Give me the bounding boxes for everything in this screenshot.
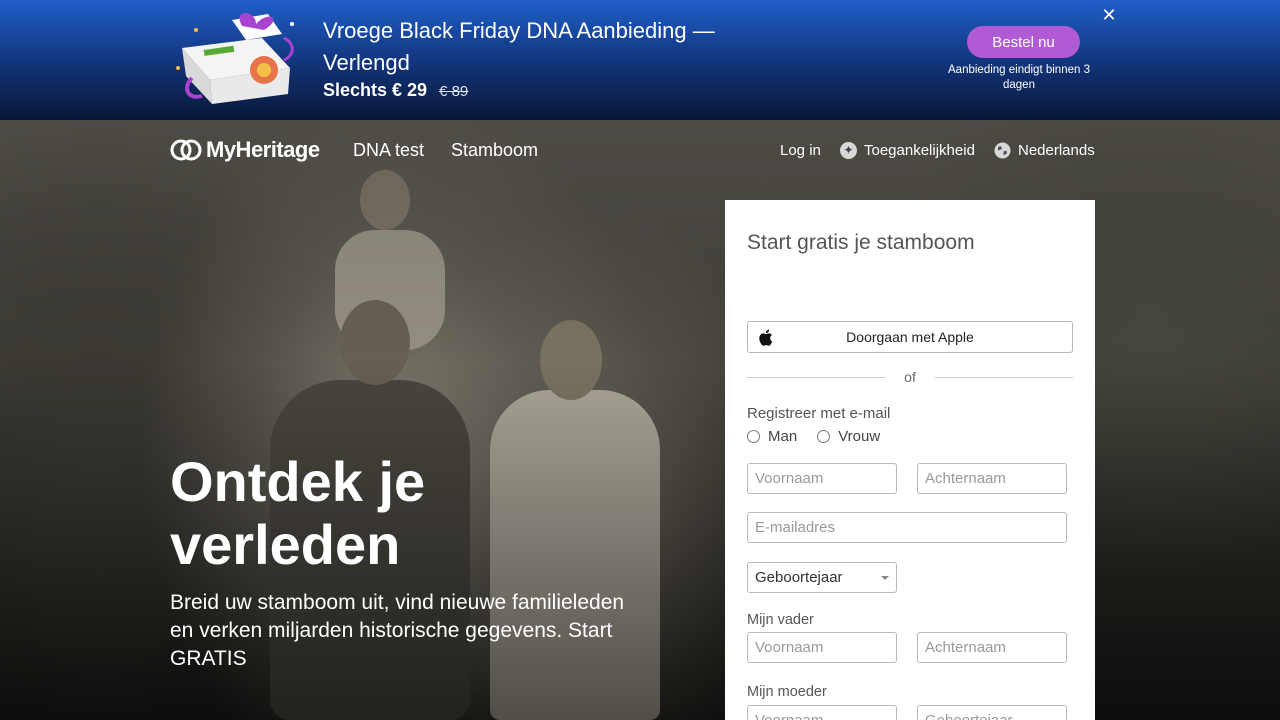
- gender-vrouw-radio[interactable]: Vrouw: [817, 428, 880, 445]
- top-nav: MyHeritage DNA test Stamboom Log in ✦ To…: [0, 120, 1280, 180]
- login-label: Log in: [780, 142, 821, 159]
- continue-with-apple-button[interactable]: Doorgaan met Apple: [747, 321, 1073, 353]
- gender-vrouw-label: Vrouw: [838, 428, 881, 445]
- email-section-label: Registreer met e-mail: [747, 405, 891, 422]
- logo-text: MyHeritage: [206, 137, 320, 162]
- hero-headline: Ontdek je verleden: [170, 450, 426, 576]
- myheritage-logo-icon: [170, 139, 202, 161]
- promo-price-now: Slechts € 29: [323, 80, 428, 100]
- myheritage-logo[interactable]: MyHeritage: [170, 137, 320, 163]
- birth-year-select[interactable]: Geboortejaar: [747, 562, 897, 593]
- promo-price: Slechts € 29 € 89: [323, 80, 468, 101]
- email-input[interactable]: [747, 512, 1067, 543]
- close-icon[interactable]: ✕: [1100, 6, 1118, 24]
- birth-year-value: Geboortejaar: [755, 569, 843, 586]
- accessibility-link[interactable]: ✦ Toegankelijkheid: [840, 142, 975, 159]
- father-label: Mijn vader: [747, 612, 814, 628]
- radio-icon: [817, 430, 831, 443]
- father-last-name-input[interactable]: [917, 632, 1067, 663]
- login-link[interactable]: Log in: [780, 142, 821, 159]
- or-divider: of: [747, 368, 1073, 386]
- apple-icon: [759, 329, 773, 346]
- father-first-name-input[interactable]: [747, 632, 897, 663]
- mother-first-name-input[interactable]: [747, 705, 897, 720]
- promo-title: Vroege Black Friday DNA Aanbieding — Ver…: [323, 18, 715, 75]
- offer-ends-text: Aanbieding eindigt binnen 3 dagen: [948, 64, 1090, 91]
- nav-dna-test[interactable]: DNA test: [353, 140, 424, 161]
- mother-birth-year-input[interactable]: [917, 705, 1067, 720]
- accessibility-icon: ✦: [840, 142, 857, 159]
- mother-label: Mijn moeder: [747, 684, 827, 700]
- dna-kit-gift-icon: [176, 13, 294, 104]
- globe-icon: [994, 142, 1011, 159]
- form-title: Start gratis je stamboom: [747, 231, 975, 254]
- apple-button-label: Doorgaan met Apple: [846, 329, 974, 345]
- gender-man-radio[interactable]: Man: [747, 428, 797, 445]
- language-label: Nederlands: [1018, 142, 1095, 159]
- nav-stamboom[interactable]: Stamboom: [451, 140, 538, 161]
- signup-form: Start gratis je stamboom Doorgaan met Ap…: [725, 200, 1095, 720]
- promo-banner: Vroege Black Friday DNA Aanbieding — Ver…: [0, 0, 1280, 120]
- last-name-input[interactable]: [917, 463, 1067, 494]
- gender-man-label: Man: [768, 428, 798, 445]
- promo-price-was: € 89: [439, 83, 469, 100]
- chevron-down-icon: [881, 576, 889, 580]
- radio-icon: [747, 430, 760, 443]
- hero-subline: Breid uw stamboom uit, vind nieuwe famil…: [170, 591, 625, 670]
- order-now-button[interactable]: Bestel nu: [967, 26, 1080, 58]
- gender-options: Man Vrouw: [747, 428, 880, 445]
- accessibility-label: Toegankelijkheid: [864, 142, 975, 159]
- language-selector[interactable]: Nederlands: [994, 142, 1095, 159]
- first-name-input[interactable]: [747, 463, 897, 494]
